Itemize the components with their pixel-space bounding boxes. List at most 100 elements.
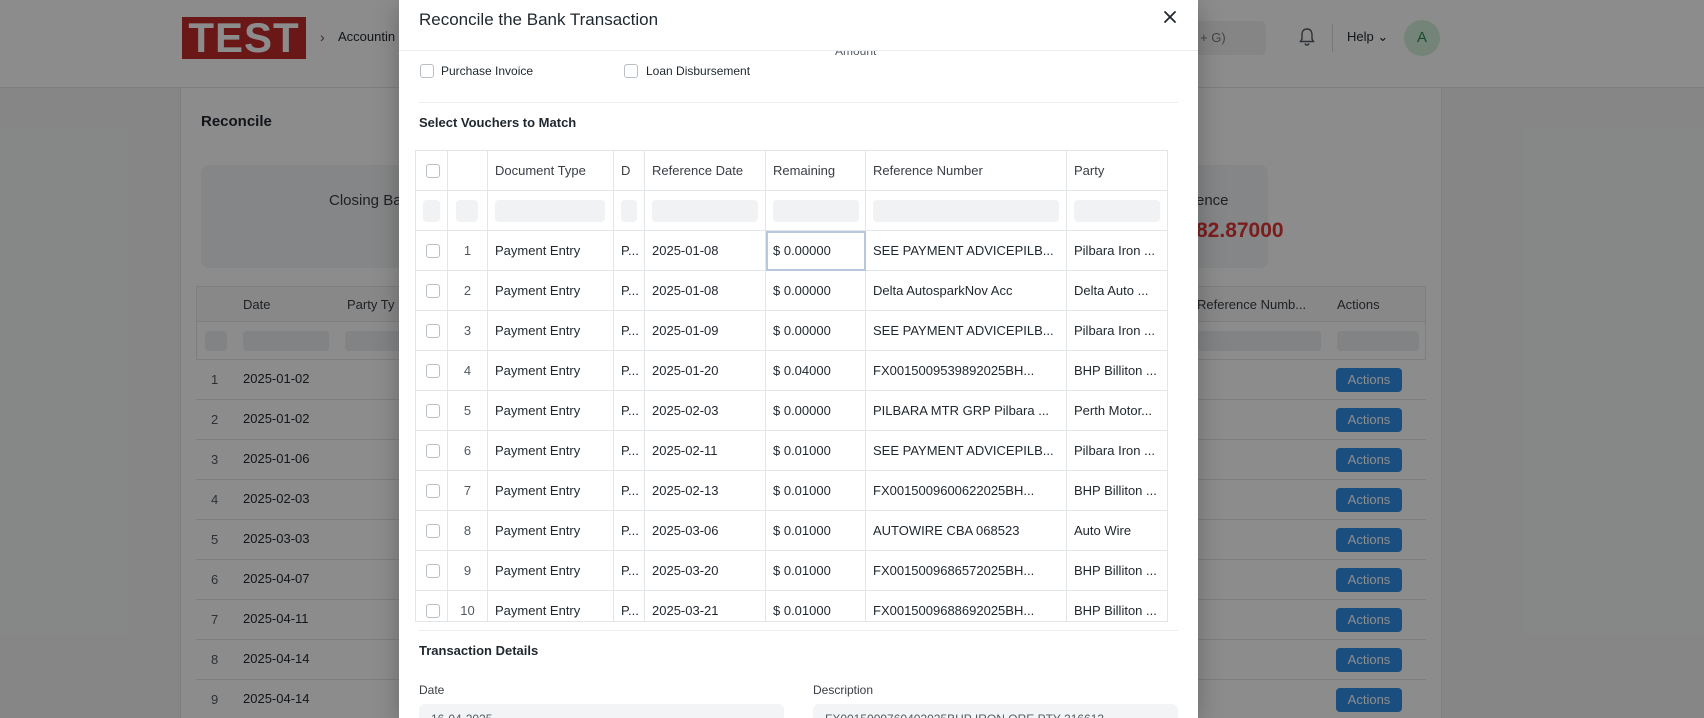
row-checkbox[interactable]: [426, 324, 440, 338]
voucher-row[interactable]: 6 Payment Entry P... 2025-02-11 $ 0.01000 SEE…: [416, 431, 1167, 471]
reference-date-cell[interactable]: 2025-02-13: [645, 471, 766, 511]
document-type-cell[interactable]: Payment Entry: [488, 271, 614, 311]
d-cell[interactable]: P...: [614, 511, 645, 551]
filter-input[interactable]: [873, 200, 1059, 222]
voucher-row[interactable]: 9 Payment Entry P... 2025-03-20 $ 0.01000 FX0…: [416, 551, 1167, 591]
d-cell[interactable]: P...: [614, 431, 645, 471]
party-cell[interactable]: Pilbara Iron ...: [1067, 311, 1167, 351]
party-cell[interactable]: Delta Auto ...: [1067, 271, 1167, 311]
document-type-cell[interactable]: Payment Entry: [488, 551, 614, 591]
filter-input[interactable]: [456, 200, 478, 222]
reference-number-cell[interactable]: AUTOWIRE CBA 068523: [866, 511, 1067, 551]
column-header-document-type[interactable]: Document Type: [488, 151, 614, 191]
reference-date-cell[interactable]: 2025-01-09: [645, 311, 766, 351]
purchase-invoice-checkbox[interactable]: [420, 64, 434, 78]
party-cell[interactable]: BHP Billiton ...: [1067, 351, 1167, 391]
party-cell[interactable]: Pilbara Iron ...: [1067, 231, 1167, 271]
party-cell[interactable]: Perth Motor...: [1067, 391, 1167, 431]
remaining-cell[interactable]: $ 0.04000: [766, 351, 866, 391]
document-type-cell[interactable]: Payment Entry: [488, 431, 614, 471]
document-type-cell[interactable]: Payment Entry: [488, 311, 614, 351]
remaining-cell[interactable]: $ 0.01000: [766, 551, 866, 591]
document-type-cell[interactable]: Payment Entry: [488, 351, 614, 391]
voucher-row[interactable]: 3 Payment Entry P... 2025-01-09 $ 0.00000 SEE…: [416, 311, 1167, 351]
reference-date-cell[interactable]: 2025-01-20: [645, 351, 766, 391]
remaining-cell[interactable]: $ 0.00000: [766, 391, 866, 431]
row-checkbox[interactable]: [426, 444, 440, 458]
remaining-cell[interactable]: $ 0.00000: [766, 271, 866, 311]
remaining-cell[interactable]: $ 0.00000: [766, 311, 866, 351]
remaining-cell[interactable]: $ 0.01000: [766, 511, 866, 551]
column-header-remaining[interactable]: Remaining: [766, 151, 866, 191]
filter-input[interactable]: [1074, 200, 1160, 222]
column-header-d[interactable]: D: [614, 151, 645, 191]
remaining-cell[interactable]: $ 0.01000: [766, 431, 866, 471]
reference-number-cell[interactable]: SEE PAYMENT ADVICEPILB...: [866, 231, 1067, 271]
d-cell[interactable]: P...: [614, 231, 645, 271]
filter-input[interactable]: [423, 200, 440, 222]
party-cell[interactable]: BHP Billiton ...: [1067, 591, 1167, 621]
reference-date-cell[interactable]: 2025-03-06: [645, 511, 766, 551]
date-field[interactable]: 16-04-2025: [419, 704, 784, 718]
document-type-cell[interactable]: Payment Entry: [488, 391, 614, 431]
remaining-cell[interactable]: $ 0.01000: [766, 471, 866, 511]
column-header-reference-date[interactable]: Reference Date: [645, 151, 766, 191]
reference-number-cell[interactable]: PILBARA MTR GRP Pilbara ...: [866, 391, 1067, 431]
voucher-row[interactable]: 1 Payment Entry P... 2025-01-08 $ 0.00000 SEE…: [416, 231, 1167, 271]
row-checkbox[interactable]: [426, 564, 440, 578]
purchase-invoice-label[interactable]: Purchase Invoice: [441, 64, 533, 78]
close-icon[interactable]: [1159, 6, 1181, 28]
reference-number-cell[interactable]: FX0015009688692025BH...: [866, 591, 1067, 621]
reference-date-cell[interactable]: 2025-03-20: [645, 551, 766, 591]
reference-number-cell[interactable]: SEE PAYMENT ADVICEPILB...: [866, 311, 1067, 351]
filter-input[interactable]: [495, 200, 605, 222]
reference-date-cell[interactable]: 2025-01-08: [645, 271, 766, 311]
remaining-cell[interactable]: $ 0.00000: [766, 231, 866, 271]
row-checkbox[interactable]: [426, 404, 440, 418]
voucher-row[interactable]: 8 Payment Entry P... 2025-03-06 $ 0.01000 AUT…: [416, 511, 1167, 551]
filter-input[interactable]: [652, 200, 758, 222]
filter-input[interactable]: [773, 200, 859, 222]
reference-number-cell[interactable]: FX0015009686572025BH...: [866, 551, 1067, 591]
row-checkbox[interactable]: [426, 604, 440, 618]
loan-disbursement-label[interactable]: Loan Disbursement: [646, 64, 750, 78]
reference-date-cell[interactable]: 2025-01-08: [645, 231, 766, 271]
reference-number-cell[interactable]: FX0015009539892025BH...: [866, 351, 1067, 391]
voucher-row[interactable]: 5 Payment Entry P... 2025-02-03 $ 0.00000 PIL…: [416, 391, 1167, 431]
document-type-cell[interactable]: Payment Entry: [488, 231, 614, 271]
party-cell[interactable]: BHP Billiton ...: [1067, 471, 1167, 511]
d-cell[interactable]: P...: [614, 271, 645, 311]
d-cell[interactable]: P...: [614, 591, 645, 621]
d-cell[interactable]: P...: [614, 311, 645, 351]
reference-date-cell[interactable]: 2025-02-11: [645, 431, 766, 471]
voucher-row[interactable]: 7 Payment Entry P... 2025-02-13 $ 0.01000 FX0…: [416, 471, 1167, 511]
column-header-reference-number[interactable]: Reference Number: [866, 151, 1067, 191]
document-type-cell[interactable]: Payment Entry: [488, 471, 614, 511]
document-type-cell[interactable]: Payment Entry: [488, 511, 614, 551]
voucher-row[interactable]: 10 Payment Entry P... 2025-03-21 $ 0.01000 FX…: [416, 591, 1167, 621]
row-checkbox[interactable]: [426, 524, 440, 538]
row-checkbox[interactable]: [426, 364, 440, 378]
voucher-row[interactable]: 2 Payment Entry P... 2025-01-08 $ 0.00000 Del…: [416, 271, 1167, 311]
document-type-cell[interactable]: Payment Entry: [488, 591, 614, 621]
d-cell[interactable]: P...: [614, 391, 645, 431]
party-cell[interactable]: Auto Wire: [1067, 511, 1167, 551]
row-checkbox[interactable]: [426, 244, 440, 258]
d-cell[interactable]: P...: [614, 471, 645, 511]
reference-number-cell[interactable]: Delta AutosparkNov Acc: [866, 271, 1067, 311]
reference-date-cell[interactable]: 2025-02-03: [645, 391, 766, 431]
reference-number-cell[interactable]: SEE PAYMENT ADVICEPILB...: [866, 431, 1067, 471]
filter-input[interactable]: [621, 200, 637, 222]
column-header-party[interactable]: Party: [1067, 151, 1167, 191]
reference-date-cell[interactable]: 2025-03-21: [645, 591, 766, 621]
remaining-cell[interactable]: $ 0.01000: [766, 591, 866, 621]
reference-number-cell[interactable]: FX0015009600622025BH...: [866, 471, 1067, 511]
party-cell[interactable]: Pilbara Iron ...: [1067, 431, 1167, 471]
loan-disbursement-checkbox[interactable]: [624, 64, 638, 78]
d-cell[interactable]: P...: [614, 551, 645, 591]
row-checkbox[interactable]: [426, 284, 440, 298]
select-all-checkbox[interactable]: [426, 164, 440, 178]
description-field[interactable]: FX0015009760402025BHP IRON ORE PTY 21661…: [813, 704, 1178, 718]
row-checkbox[interactable]: [426, 484, 440, 498]
party-cell[interactable]: BHP Billiton ...: [1067, 551, 1167, 591]
